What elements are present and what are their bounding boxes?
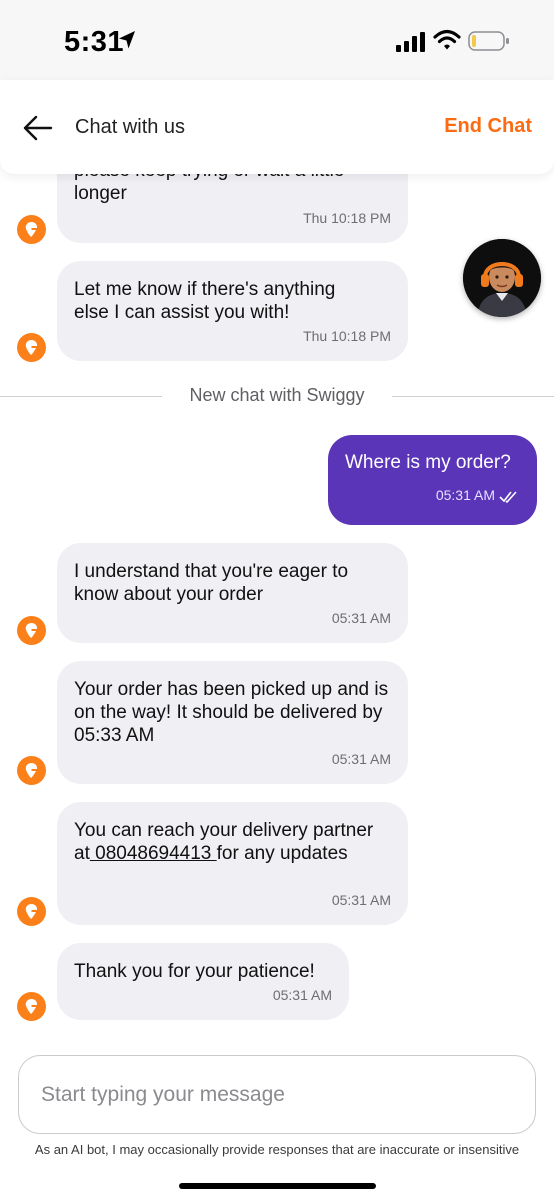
chat-header: Chat with us End Chat [0,80,554,174]
swiggy-bot-avatar-icon [17,992,46,1021]
signal-icon [396,32,425,52]
home-indicator[interactable] [179,1183,376,1189]
bot-message: I understand that you're eager to know a… [57,543,408,643]
message-timestamp: 05:31 AM [272,987,332,1003]
message-timestamp: 05:31 AM [435,487,495,503]
swiggy-bot-avatar-icon [17,897,46,926]
message-text: You can reach your delivery partner at 0… [74,819,394,865]
message-input-container[interactable] [18,1055,536,1134]
location-arrow-icon [119,31,135,49]
message-text: I understand that you're eager to know a… [74,561,349,605]
status-bar: 5:31 [0,0,554,80]
message-input[interactable] [41,1082,513,1107]
message-text-visible: longer [74,183,127,204]
swiggy-bot-avatar-icon [17,756,46,785]
user-message: Where is my order? 05:31 AM [328,435,537,525]
bot-message: Let me know if there's anything else I c… [57,261,408,361]
bot-message: Thank you for your patience! 05:31 AM [57,943,349,1020]
swiggy-bot-avatar-icon [17,333,46,362]
battery-icon [468,31,509,51]
message-text: Thank you for your patience! [74,961,315,982]
swiggy-bot-avatar-icon [17,616,46,645]
message-text-suffix: for any updates [216,843,348,864]
message-timestamp: 05:31 AM [331,751,391,767]
chat-screen: please keep trying or wait a little long… [0,0,554,1200]
page-title: Chat with us [75,116,186,138]
message-timestamp: Thu 10:18 PM [303,210,391,226]
message-text: Let me know if there's anything else I c… [74,279,336,323]
new-chat-divider-label: New chat with Swiggy [189,385,365,405]
swiggy-bot-avatar-icon [17,215,46,244]
double-check-icon [499,491,517,504]
ai-disclaimer-text: As an AI bot, I may occasionally provide… [34,1142,520,1157]
message-timestamp: 05:31 AM [331,892,391,908]
status-time: 5:31 [64,26,125,58]
wifi-icon [433,29,461,50]
message-text: Where is my order? [345,452,511,473]
agent-avatar-button[interactable] [463,239,541,317]
back-arrow-icon[interactable] [22,114,54,142]
agent-avatar-icon [463,239,541,317]
end-chat-button[interactable]: End Chat [444,115,532,138]
bot-message: Your order has been picked up and is on … [57,661,408,784]
phone-number-link[interactable]: 08048694413 [90,843,217,864]
message-timestamp: 05:31 AM [331,610,391,626]
message-timestamp: Thu 10:18 PM [303,328,391,344]
bot-message: You can reach your delivery partner at 0… [57,802,408,925]
message-text: Your order has been picked up and is on … [74,679,389,746]
